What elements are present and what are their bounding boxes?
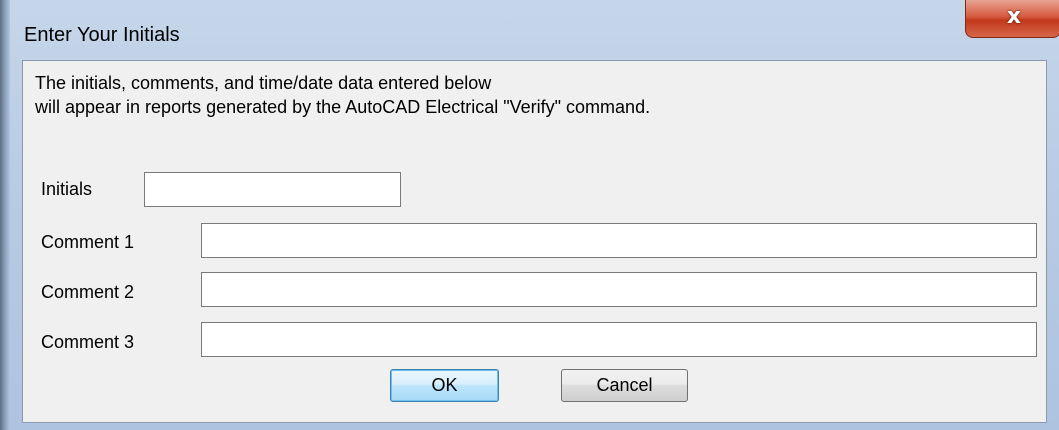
- cancel-button[interactable]: Cancel: [561, 369, 688, 402]
- title-bar[interactable]: Enter Your Initials x: [10, 0, 1059, 60]
- initials-input[interactable]: [144, 172, 401, 207]
- info-text: The initials, comments, and time/date da…: [35, 71, 650, 119]
- comment-2-input[interactable]: [201, 272, 1037, 307]
- dialog-client-area: The initials, comments, and time/date da…: [22, 60, 1047, 423]
- comment-3-input[interactable]: [201, 322, 1037, 357]
- window-left-edge: [0, 0, 10, 430]
- window-title: Enter Your Initials: [24, 24, 180, 46]
- comment-1-input[interactable]: [201, 223, 1037, 258]
- close-icon: x: [1006, 4, 1022, 29]
- comment-1-label: Comment 1: [41, 232, 135, 252]
- dialog-window: Enter Your Initials x The initials, comm…: [0, 0, 1059, 430]
- info-line-2: will appear in reports generated by the …: [35, 97, 651, 117]
- comment-3-label: Comment 3: [41, 332, 135, 352]
- initials-label: Initials: [41, 179, 93, 199]
- ok-button[interactable]: OK: [390, 369, 499, 402]
- comment-2-label: Comment 2: [41, 282, 135, 302]
- close-button[interactable]: x: [965, 0, 1059, 38]
- info-line-1: The initials, comments, and time/date da…: [35, 73, 492, 93]
